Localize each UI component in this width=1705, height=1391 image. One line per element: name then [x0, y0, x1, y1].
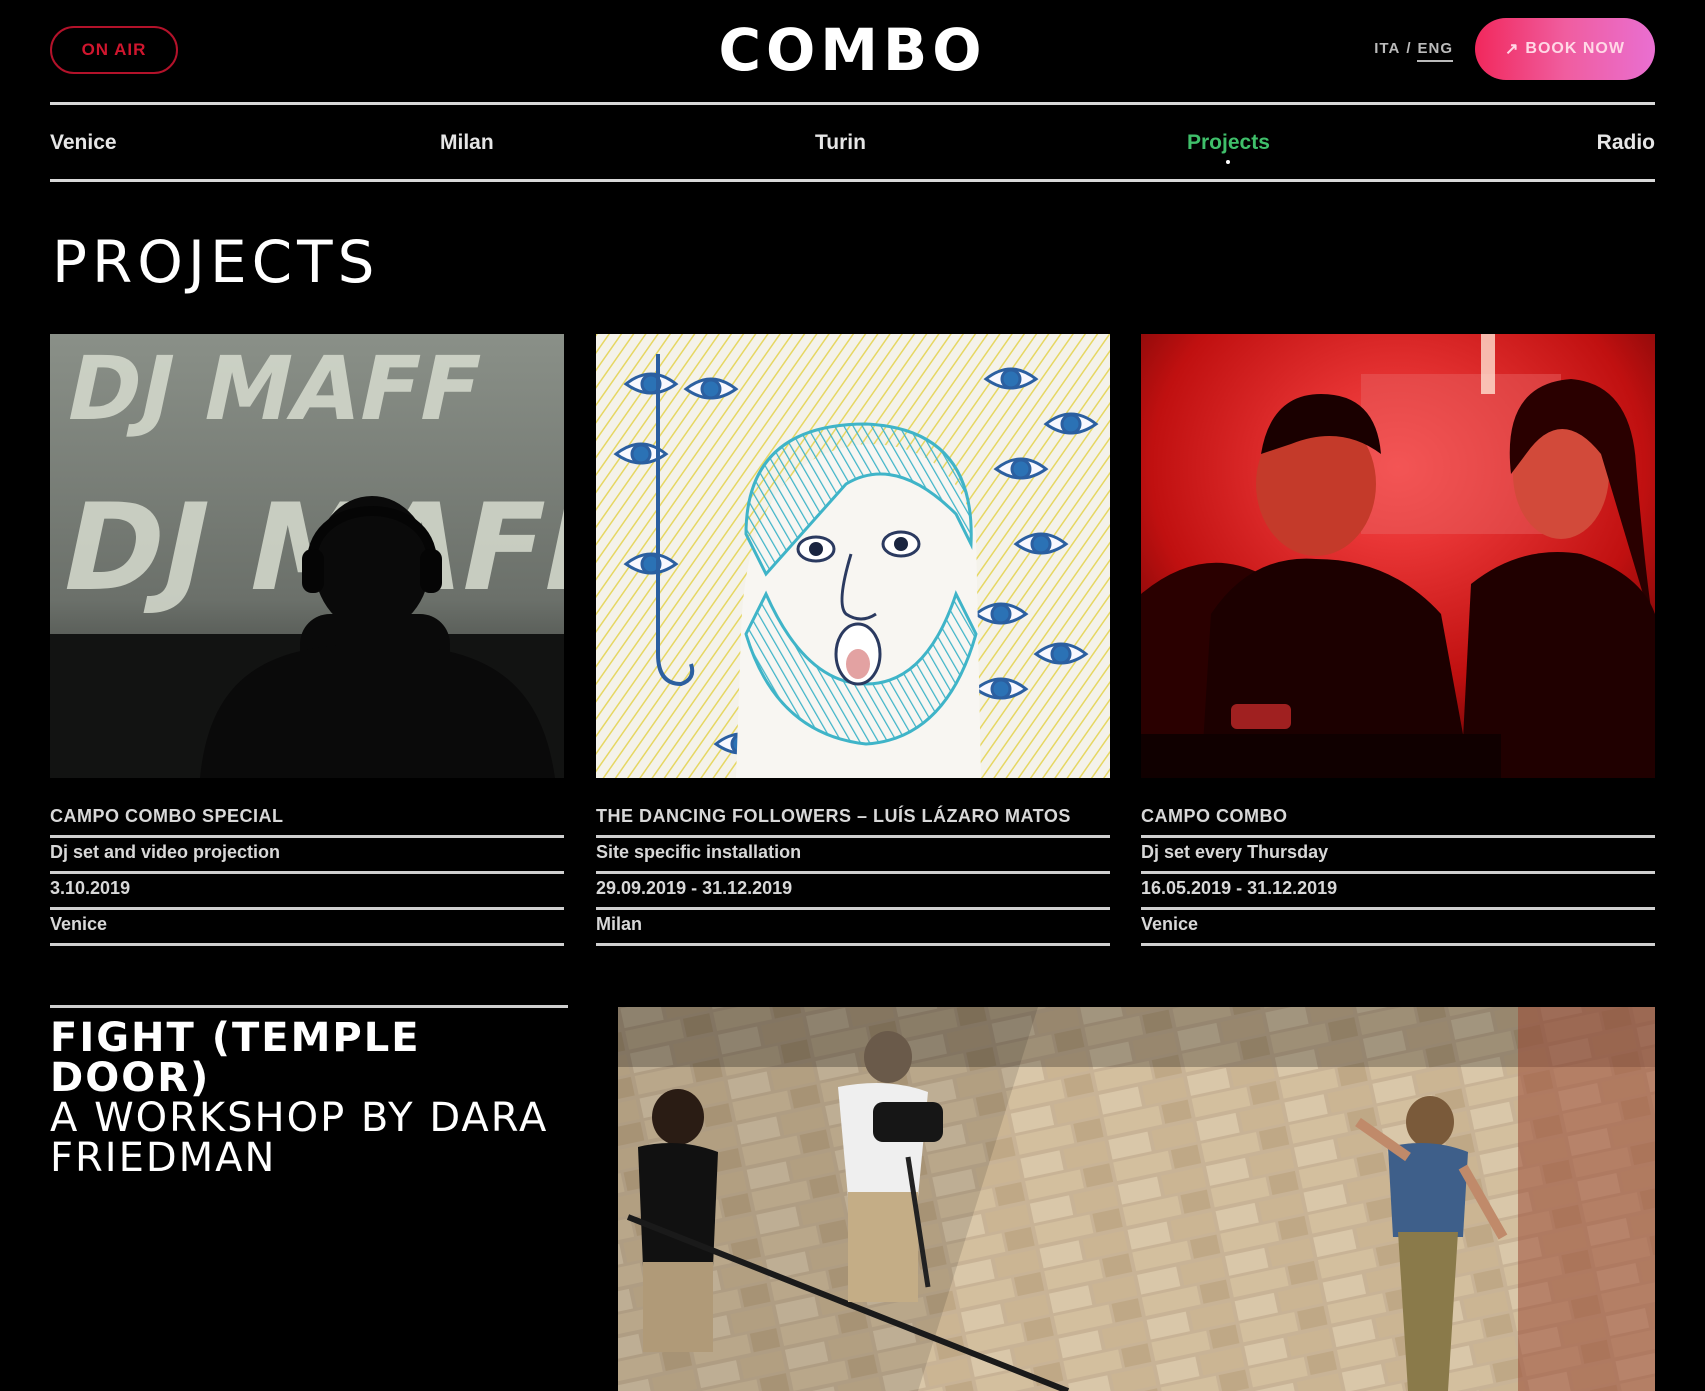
feature-image-film-crew[interactable]: [618, 1007, 1655, 1391]
project-card-campo-combo-special[interactable]: DJ MAFF DJ MAFF CAMPO COMBO SPECIAL Dj s…: [50, 334, 564, 946]
project-image-djs-red-light: [1141, 334, 1655, 778]
project-type: Site specific installation: [596, 838, 1110, 874]
project-date: 3.10.2019: [50, 874, 564, 910]
project-image-illustrated-face: [596, 334, 1110, 778]
site-header: ON AIR COMBO ITA / ENG ↗ BOOK NOW: [50, 18, 1655, 82]
project-city: Milan: [596, 910, 1110, 946]
feature-title: FIGHT (TEMPLE DOOR): [50, 1015, 421, 1101]
book-now-button[interactable]: ↗ BOOK NOW: [1475, 18, 1655, 80]
project-city: Venice: [50, 910, 564, 946]
project-title[interactable]: CAMPO COMBO: [1141, 802, 1655, 838]
projection-text-line1: DJ MAFF: [58, 337, 492, 440]
page-title: PROJECTS: [52, 228, 380, 296]
project-title[interactable]: THE DANCING FOLLOWERS – LUÍS LÁZARO MATO…: [596, 802, 1110, 838]
feature-subtitle: A WORKSHOP BY DARA FRIEDMAN: [50, 1095, 549, 1181]
nav-item-projects[interactable]: Projects: [1187, 131, 1270, 164]
language-switcher: ITA / ENG: [1374, 40, 1453, 62]
projection-text-line2: DJ MAFF: [50, 477, 564, 617]
book-now-label: BOOK NOW: [1525, 40, 1625, 57]
arrow-up-right-icon: ↗: [1505, 41, 1520, 58]
project-city: Venice: [1141, 910, 1655, 946]
lang-eng-link[interactable]: ENG: [1417, 40, 1453, 62]
nav-item-radio[interactable]: Radio: [1597, 131, 1655, 155]
project-image-dj-silhouette: DJ MAFF DJ MAFF: [50, 334, 564, 778]
nav-item-venice[interactable]: Venice: [50, 131, 117, 155]
project-card-dancing-followers[interactable]: THE DANCING FOLLOWERS – LUÍS LÁZARO MATO…: [596, 334, 1110, 946]
feature-project-heading[interactable]: FIGHT (TEMPLE DOOR) A WORKSHOP BY DARA F…: [50, 1005, 568, 1178]
project-type: Dj set and video projection: [50, 838, 564, 874]
project-card-campo-combo[interactable]: CAMPO COMBO Dj set every Thursday 16.05.…: [1141, 334, 1655, 946]
project-date: 16.05.2019 - 31.12.2019: [1141, 874, 1655, 910]
lang-ita-link[interactable]: ITA: [1374, 40, 1400, 62]
project-type: Dj set every Thursday: [1141, 838, 1655, 874]
main-nav: Venice Milan Turin Projects Radio: [50, 102, 1655, 182]
nav-item-milan[interactable]: Milan: [440, 131, 494, 155]
project-date: 29.09.2019 - 31.12.2019: [596, 874, 1110, 910]
nav-item-turin[interactable]: Turin: [815, 131, 866, 155]
lang-separator: /: [1406, 40, 1412, 57]
project-title[interactable]: CAMPO COMBO SPECIAL: [50, 802, 564, 838]
